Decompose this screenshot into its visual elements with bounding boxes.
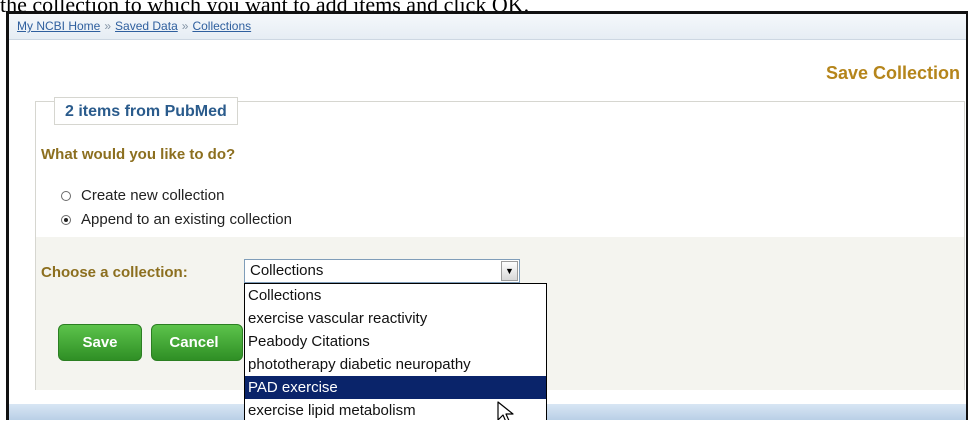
panel-legend: 2 items from PubMed [54,97,238,125]
create-new-label: Create new collection [81,187,225,204]
create-new-radio[interactable] [61,190,71,201]
create-new-option[interactable]: Create new collection [61,187,224,204]
breadcrumb: My NCBI Home» Saved Data» Collections [9,14,966,40]
dropdown-item-exercise-vascular-reactivity[interactable]: exercise vascular reactivity [245,307,546,330]
breadcrumb-saved-data[interactable]: Saved Data [115,19,178,33]
cancel-button[interactable]: Cancel [151,324,243,361]
ncbi-window: My NCBI Home» Saved Data» Collections Save… [6,11,968,420]
collection-select-value: Collections [250,262,324,279]
append-existing-label: Append to an existing collection [81,211,292,228]
breadcrumb-my-ncbi-home[interactable]: My NCBI Home [17,19,100,33]
append-existing-radio[interactable] [61,214,71,225]
action-question: What would you like to do? [41,146,236,163]
dropdown-item-peabody-citations[interactable]: Peabody Citations [245,330,546,353]
dropdown-item-pad-exercise[interactable]: PAD exercise [245,376,546,399]
save-button[interactable]: Save [58,324,142,361]
dropdown-item-phototherapy-diabetic-neuropathy[interactable]: phototherapy diabetic neuropathy [245,353,546,376]
page-title: Save Collection [825,63,960,83]
breadcrumb-collections[interactable]: Collections [192,19,251,33]
chevron-down-icon[interactable]: ▼ [501,261,518,281]
append-existing-option[interactable]: Append to an existing collection [61,211,292,228]
collection-select[interactable]: Collections ▼ [244,259,520,283]
mouse-cursor-icon [497,401,514,420]
choose-collection-label: Choose a collection: [41,264,188,281]
collection-dropdown-list: Collections exercise vascular reactivity… [244,283,547,420]
dropdown-item-collections[interactable]: Collections [245,284,546,307]
